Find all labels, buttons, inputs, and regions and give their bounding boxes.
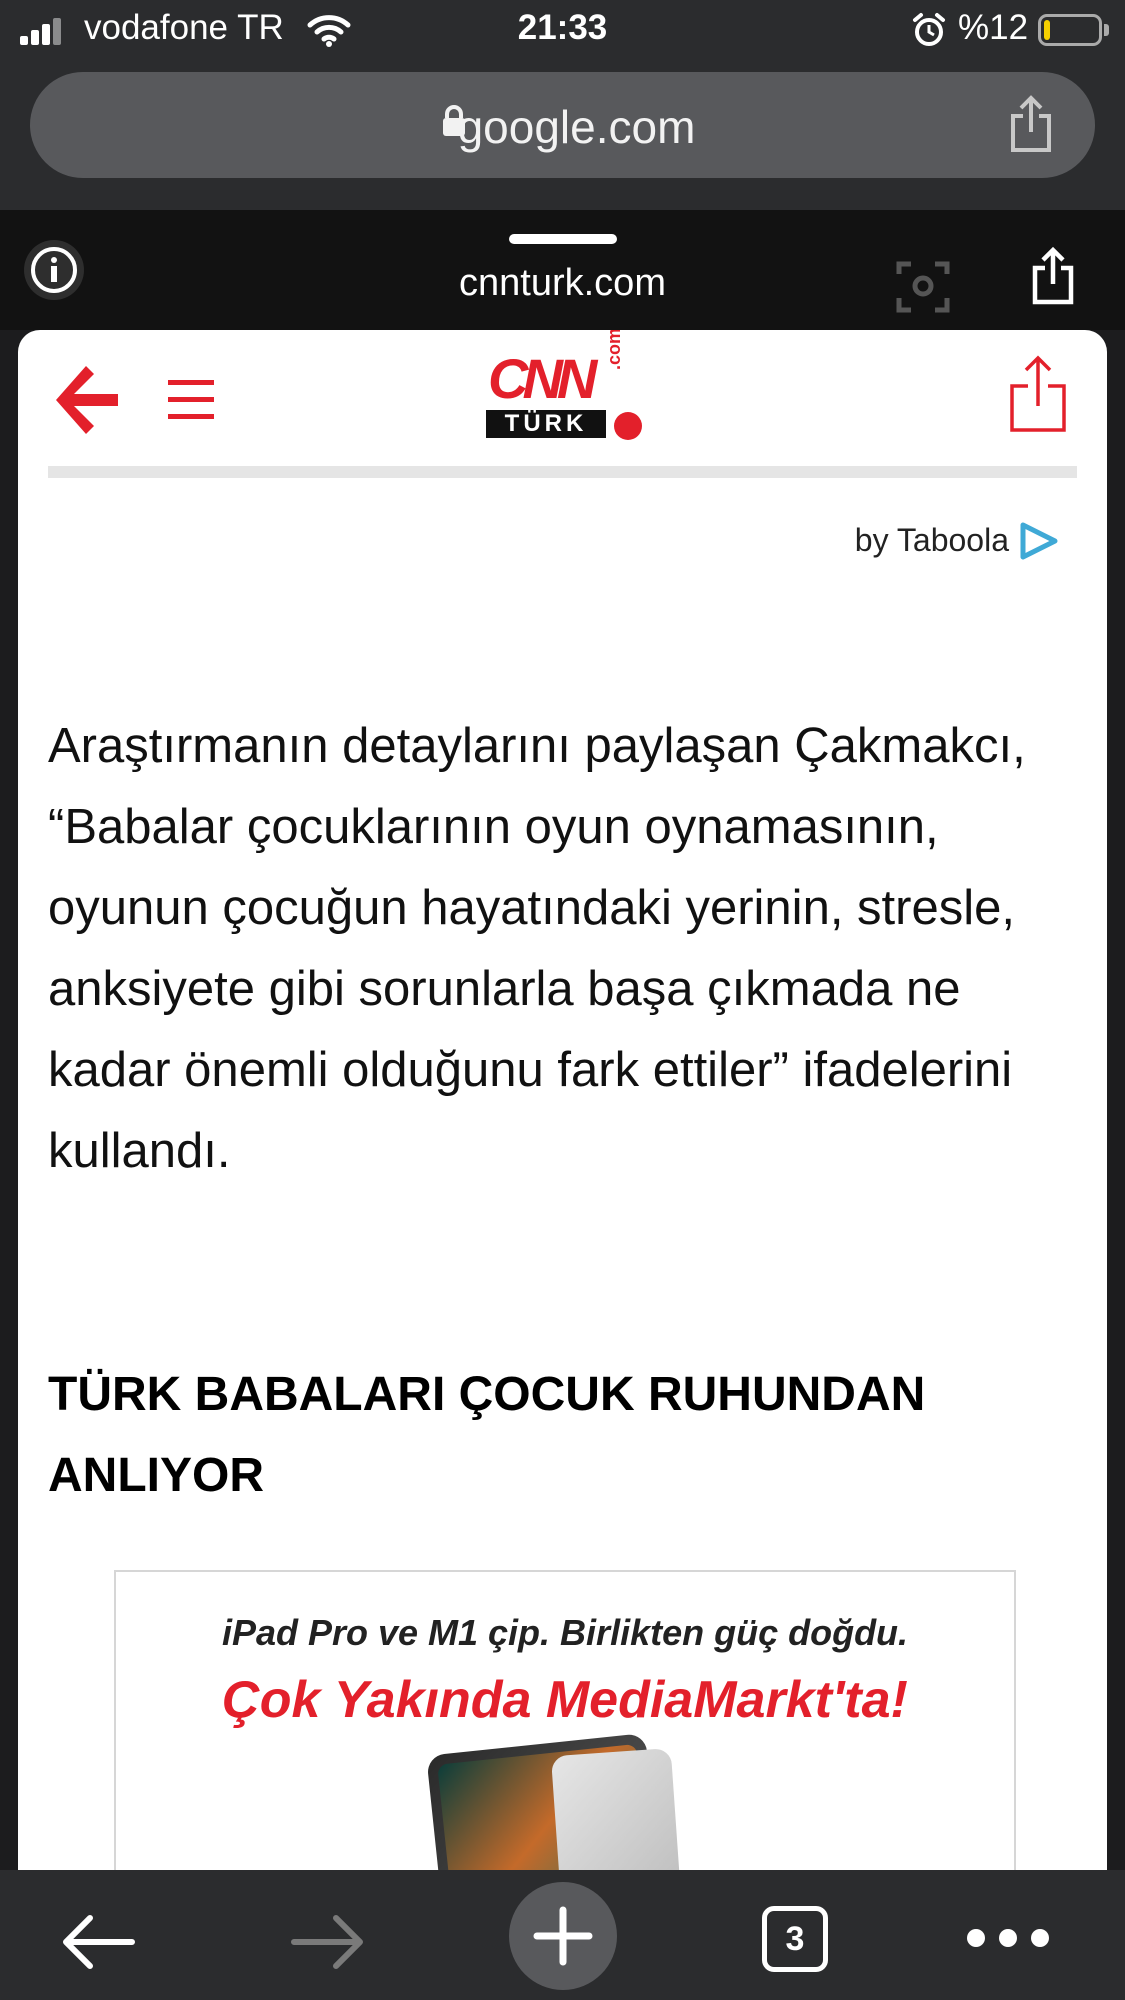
alarm-icon bbox=[913, 13, 945, 46]
tab-count: 3 bbox=[785, 1920, 805, 1958]
lens-icon[interactable] bbox=[895, 258, 951, 314]
forward-icon[interactable] bbox=[290, 1912, 368, 1972]
article-share-icon[interactable] bbox=[1008, 354, 1068, 434]
cnn-turk-logo[interactable]: CNN TÜRK .com bbox=[486, 330, 642, 448]
more-menu-icon[interactable] bbox=[966, 1928, 1050, 1948]
hamburger-menu-icon[interactable] bbox=[168, 378, 214, 422]
logo-dot bbox=[614, 412, 642, 440]
taboola-credit[interactable]: by Taboola bbox=[855, 522, 1009, 559]
ad-headline: iPad Pro ve M1 çip. Birlikten güç doğdu. bbox=[221, 1612, 909, 1653]
tab-switcher-button[interactable]: 3 bbox=[762, 1906, 828, 1972]
ad-tagline: Çok Yakında MediaMarkt'ta! bbox=[222, 1671, 908, 1729]
back-arrow-icon[interactable] bbox=[52, 362, 122, 438]
mediamarkt-ad[interactable]: iPad Pro ve M1 çip. Birlikten güç doğdu.… bbox=[114, 1570, 1016, 1870]
share-icon[interactable] bbox=[1007, 94, 1055, 154]
article-paragraph: Araştırmanın detaylarını paylaşan Çakmak… bbox=[48, 719, 1026, 1178]
amp-viewer-bar: cnnturk.com bbox=[0, 210, 1125, 330]
back-icon[interactable] bbox=[58, 1912, 136, 1972]
taboola-play-icon bbox=[1020, 522, 1058, 560]
logo-turk-text: TÜRK bbox=[486, 410, 606, 438]
battery-icon bbox=[1038, 14, 1102, 46]
section-heading: TÜRK BABALARI ÇOCUK RUHUNDAN ANLIYOR bbox=[48, 1368, 926, 1502]
page-content: CNN TÜRK .com by Taboola Araştırmanın de… bbox=[18, 330, 1107, 1870]
amp-domain: cnnturk.com bbox=[459, 262, 666, 304]
plus-icon bbox=[533, 1906, 593, 1966]
amp-share-icon[interactable] bbox=[1030, 246, 1076, 306]
browser-toolbar: 3 bbox=[0, 1870, 1125, 2000]
new-tab-button[interactable] bbox=[509, 1882, 617, 1990]
logo-com-text: .com bbox=[604, 330, 624, 370]
taboola-label: by Taboola bbox=[854, 522, 1009, 558]
battery-percent: %12 bbox=[958, 8, 1029, 47]
status-bar: vodafone TR 21:33 %12 bbox=[0, 0, 1125, 62]
url-text: google.com bbox=[457, 101, 696, 153]
clock: 21:33 bbox=[517, 8, 608, 47]
browser-address-bar: google.com bbox=[0, 62, 1125, 210]
ipad-image-back bbox=[550, 1747, 682, 1870]
url-field[interactable]: google.com bbox=[30, 72, 1095, 178]
logo-cnn-text: CNN bbox=[488, 347, 597, 410]
drag-handle[interactable] bbox=[509, 234, 617, 244]
header-divider bbox=[48, 466, 1077, 478]
